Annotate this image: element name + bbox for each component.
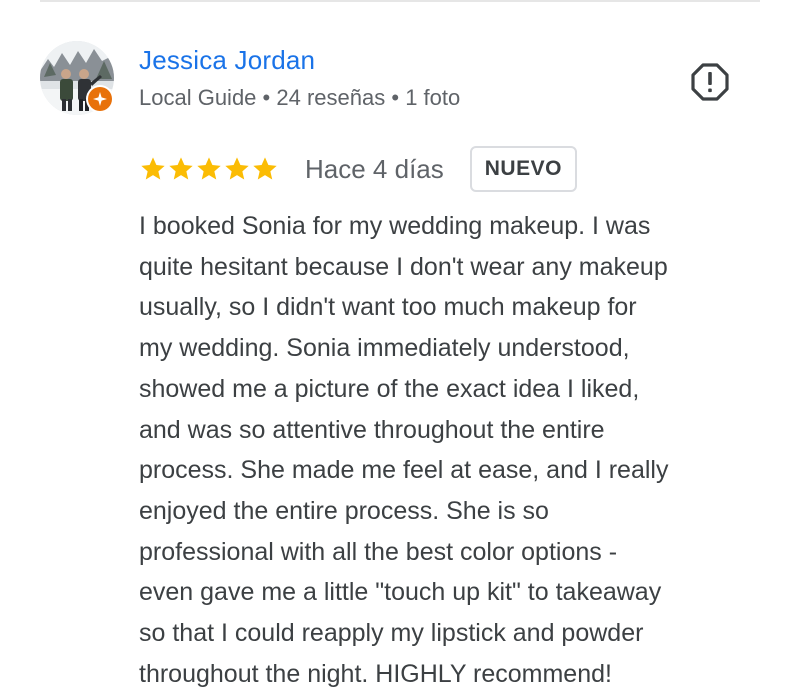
review-text-line: and was so attentive throughout the enti…: [139, 415, 605, 444]
avatar[interactable]: [40, 41, 114, 115]
review-date: Hace 4 días: [305, 153, 444, 184]
reviewer-photo-count: 1 foto: [405, 85, 461, 110]
reviewer-meta: Local Guide • 24 reseñas • 1 foto: [139, 84, 460, 112]
local-guide-badge: [86, 85, 114, 113]
meta-separator: •: [391, 85, 400, 110]
reviewer-level: Local Guide: [139, 85, 257, 110]
new-badge: NUEVO: [469, 146, 577, 192]
reviewer-name[interactable]: Jessica Jordan: [139, 44, 315, 76]
star-icon: [225, 157, 249, 180]
top-divider: [40, 0, 760, 2]
review-text-line: showed me a picture of the exact idea I …: [139, 374, 640, 403]
star-icon: [141, 157, 165, 180]
review-text-line: even gave me a little "touch up kit" to …: [139, 578, 662, 607]
review-text-line: enjoyed the entire process. She is so: [139, 496, 549, 525]
star-icon: [253, 157, 277, 180]
rating-row: Hace 4 días NUEVO: [139, 144, 577, 194]
review-text-line: throughout the night. HIGHLY recommend!: [139, 659, 612, 688]
reviewer-review-count: 24 reseñas: [276, 85, 386, 110]
star-icon: [197, 157, 221, 180]
review-text-line: professional with all the best color opt…: [139, 537, 618, 566]
review-card: Jessica Jordan Local Guide • 24 reseñas …: [0, 0, 800, 700]
local-guide-star-icon: [88, 87, 112, 111]
review-text: I booked Sonia for my wedding makeup. I …: [139, 206, 779, 694]
review-text-line: so that I could reapply my lipstick and …: [139, 619, 644, 648]
review-text-line: I booked Sonia for my wedding makeup. I …: [139, 212, 651, 240]
review-text-line: usually, so I didn't want too much makeu…: [139, 293, 637, 322]
meta-separator: •: [262, 85, 271, 110]
star-icon: [169, 157, 193, 180]
review-text-line: my wedding. Sonia immediately understood…: [139, 334, 630, 363]
review-text-line: process. She made me feel at ease, and I…: [139, 456, 669, 485]
report-flag-icon[interactable]: [690, 62, 730, 102]
star-rating: [139, 155, 279, 183]
review-text-line: quite hesitant because I don't wear any …: [139, 252, 668, 281]
